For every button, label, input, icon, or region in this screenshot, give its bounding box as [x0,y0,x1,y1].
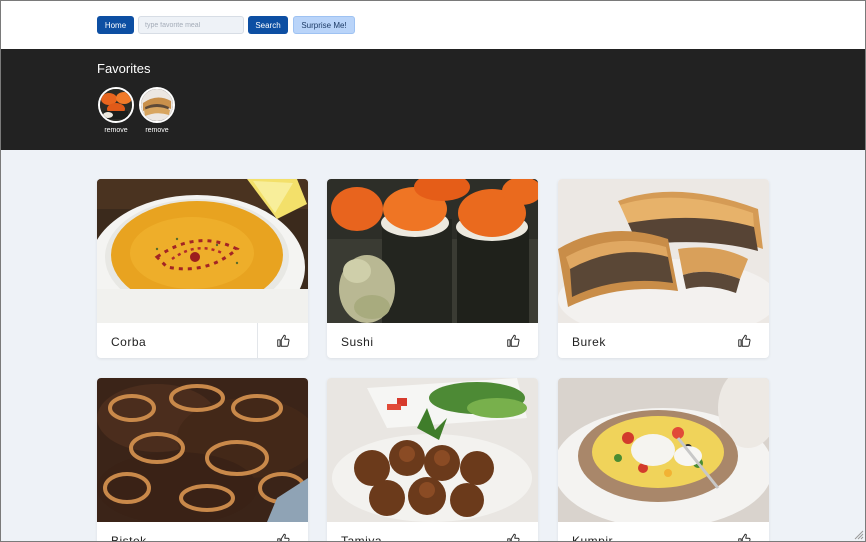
search-input[interactable] [138,16,244,34]
meal-name: Corba [111,335,147,349]
thumbs-up-icon [738,533,751,541]
like-button[interactable] [488,323,538,358]
like-button[interactable] [488,522,538,541]
favorite-thumbnail-burek[interactable] [139,87,175,123]
card-footer: Bistek [97,522,308,542]
meal-image-kumpir[interactable] [558,378,769,522]
thumbs-up-icon [507,334,520,347]
card-footer: Tamiya [327,522,538,542]
card-footer: Corba [97,323,308,358]
top-bar: Home Search Surprise Me! [1,1,865,49]
meal-card-sushi: Sushi [327,179,538,358]
meal-image-corba[interactable] [97,179,308,323]
meal-name: Bistek [111,534,147,542]
favorite-item-burek: remove [138,87,176,134]
card-footer: Kumpir [558,522,769,542]
like-button[interactable] [257,323,308,358]
favorite-thumbnail-sushi[interactable] [98,87,134,123]
home-button[interactable]: Home [97,16,134,34]
remove-favorite-link[interactable]: remove [97,127,135,134]
meal-image-bistek[interactable] [97,378,308,522]
meal-card-bistek: Bistek [97,378,308,542]
meal-card-corba: Corba [97,179,308,358]
meal-name: Kumpir [572,534,614,542]
card-footer: Burek [558,323,769,358]
thumbs-up-icon [277,533,290,541]
search-button[interactable]: Search [248,16,288,34]
meal-card-tamiya: Tamiya [327,378,538,542]
like-button[interactable] [719,323,769,358]
meal-name: Tamiya [341,534,383,542]
meal-image-burek[interactable] [558,179,769,323]
like-button[interactable] [258,522,308,541]
meal-name: Burek [572,335,606,349]
thumbs-up-icon [738,334,751,347]
thumbs-up-icon [277,334,290,347]
meal-image-tamiya[interactable] [327,378,538,522]
meal-name: Sushi [341,335,374,349]
app-window: Home Search Surprise Me! Favorites remov… [0,0,866,542]
resize-grip-icon[interactable] [854,530,864,540]
card-footer: Sushi [327,323,538,358]
meal-card-burek: Burek [558,179,769,358]
favorite-item-sushi: remove [97,87,135,134]
thumbs-up-icon [507,533,520,541]
remove-favorite-link[interactable]: remove [138,127,176,134]
meal-image-sushi[interactable] [327,179,538,323]
favorites-title: Favorites [97,61,151,76]
favorites-section: Favorites remove remove [1,49,865,150]
meal-card-kumpir: Kumpir [558,378,769,542]
like-button[interactable] [719,522,769,541]
surprise-me-button[interactable]: Surprise Me! [293,16,355,34]
